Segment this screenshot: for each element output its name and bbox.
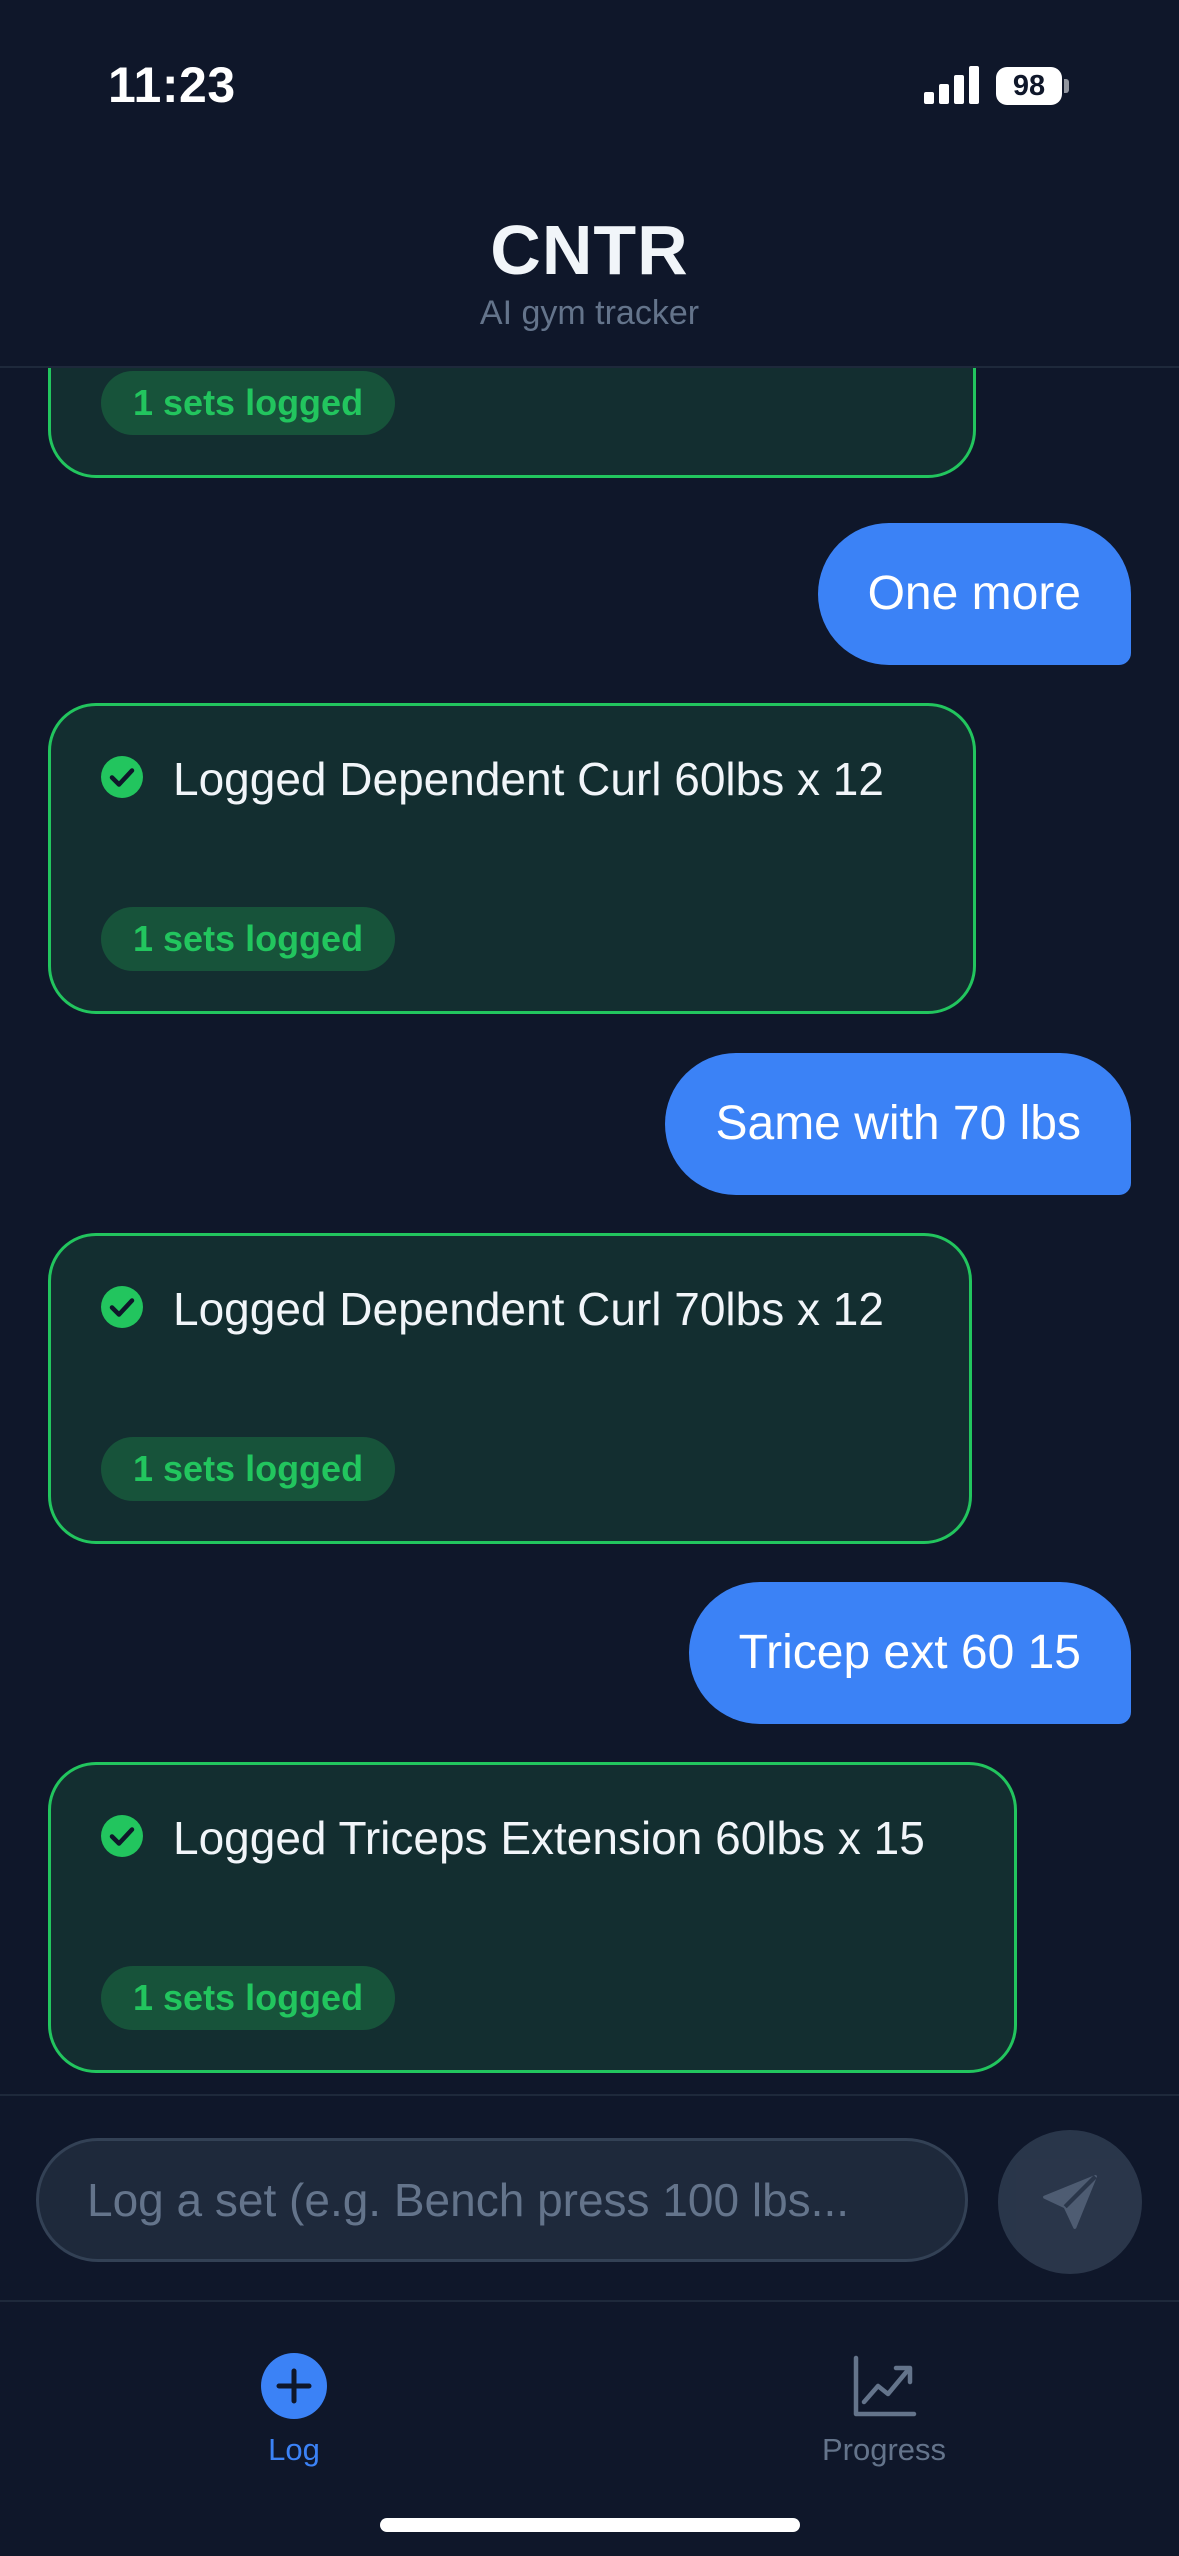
check-circle-icon	[101, 1815, 143, 1857]
check-circle-icon	[101, 1286, 143, 1328]
bot-message-card: Logged Dependent Curl 70lbs x 12 1 sets …	[48, 1233, 972, 1544]
user-message: One more	[817, 523, 1131, 665]
app-title: CNTR	[490, 211, 689, 289]
battery-icon: 98	[996, 67, 1069, 105]
chat-thread[interactable]: 1 sets logged One more Logged Dependent …	[0, 368, 1179, 2094]
battery-tip	[1064, 79, 1069, 93]
bot-message-card: Logged Dependent Curl 60lbs x 12 1 sets …	[48, 703, 976, 1014]
nav-label-progress: Progress	[821, 2432, 947, 2467]
nav-item-log[interactable]: Log	[144, 2352, 444, 2502]
signal-icon	[924, 66, 979, 104]
bot-message-card: 1 sets logged	[48, 368, 976, 478]
user-message: Same with 70 lbs	[665, 1053, 1131, 1195]
composer	[0, 2094, 1179, 2302]
plus-circle-icon	[261, 2353, 327, 2419]
sets-logged-badge: 1 sets logged	[101, 1966, 396, 2030]
battery-level: 98	[996, 67, 1062, 105]
bot-message-text: Logged Dependent Curl 60lbs x 12	[173, 753, 884, 805]
home-indicator	[380, 2518, 800, 2532]
app-header: CNTR AI gym tracker	[0, 150, 1179, 368]
check-circle-icon	[101, 756, 143, 798]
send-button[interactable]	[998, 2130, 1142, 2274]
nav-label-log: Log	[268, 2432, 320, 2467]
status-bar: 11:23 98	[0, 0, 1179, 150]
sets-logged-badge: 1 sets logged	[101, 1437, 396, 1501]
bot-message-text: Logged Triceps Extension 60lbs x 15	[173, 1812, 925, 1864]
user-message: Tricep ext 60 15	[688, 1582, 1131, 1724]
sets-logged-badge: 1 sets logged	[101, 371, 396, 435]
log-set-input[interactable]	[36, 2138, 968, 2262]
status-time: 11:23	[108, 57, 236, 113]
send-icon	[1043, 2175, 1097, 2229]
bot-message-text: Logged Dependent Curl 70lbs x 12	[173, 1283, 884, 1335]
trending-up-icon	[853, 2355, 917, 2417]
nav-item-progress[interactable]: Progress	[734, 2352, 1034, 2502]
app-subtitle: AI gym tracker	[479, 294, 700, 332]
sets-logged-badge: 1 sets logged	[101, 907, 396, 971]
bot-message-card: Logged Triceps Extension 60lbs x 15 1 se…	[48, 1762, 1017, 2073]
